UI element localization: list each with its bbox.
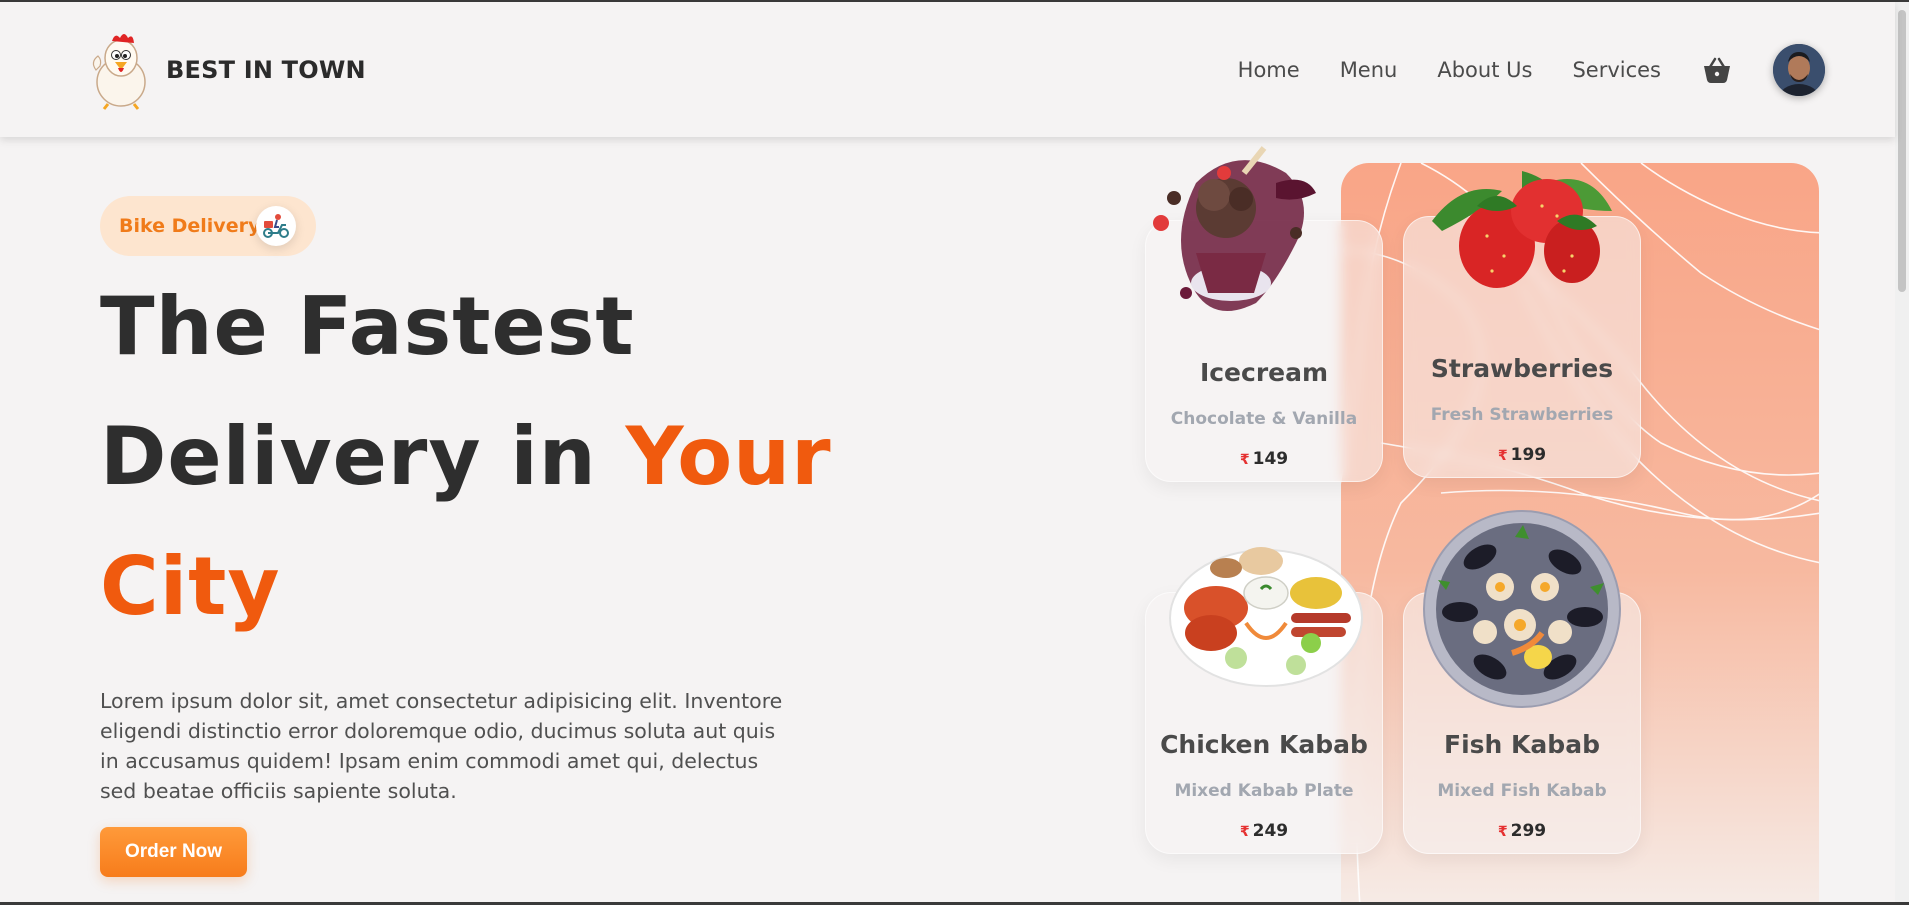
chicken-kabab-image bbox=[1169, 547, 1363, 687]
scooter-icon bbox=[263, 214, 289, 238]
nav-about-us[interactable]: About Us bbox=[1437, 58, 1532, 82]
scooter-icon-wrap bbox=[256, 206, 296, 246]
price-value: 249 bbox=[1252, 821, 1289, 841]
brand-name: BEST IN TOWN bbox=[166, 56, 366, 84]
rupee-icon: ₹ bbox=[1239, 452, 1250, 468]
card-subtitle: Mixed Fish Kabab bbox=[1437, 781, 1607, 801]
hero-headline: The Fastest Delivery in Your City bbox=[100, 262, 832, 652]
hero-description: Lorem ipsum dolor sit, amet consectetur … bbox=[100, 689, 783, 803]
card-price: ₹249 bbox=[1146, 821, 1382, 841]
nav-home[interactable]: Home bbox=[1238, 58, 1300, 82]
headline-line-2: Delivery in Your bbox=[100, 392, 832, 522]
menu-card-chicken-kabab[interactable]: Chicken Kabab Mixed Kabab Plate ₹249 bbox=[1145, 547, 1383, 854]
avatar-face-icon bbox=[1773, 44, 1825, 96]
price-value: 149 bbox=[1252, 449, 1289, 469]
badge-label: Bike Delivery bbox=[119, 215, 261, 237]
site-header: BEST IN TOWN Home Menu About Us Services bbox=[0, 2, 1895, 137]
rupee-icon: ₹ bbox=[1497, 448, 1508, 464]
card-subtitle: Fresh Strawberries bbox=[1430, 405, 1614, 425]
card-title: Chicken Kabab bbox=[1160, 730, 1368, 759]
rupee-icon: ₹ bbox=[1239, 824, 1250, 840]
card-subtitle: Chocolate & Vanilla bbox=[1170, 409, 1358, 429]
headline-accent-your: Your bbox=[625, 410, 832, 503]
brand[interactable]: BEST IN TOWN bbox=[88, 30, 366, 110]
basket-icon[interactable] bbox=[1701, 54, 1733, 86]
main-nav: Home Menu About Us Services bbox=[1238, 44, 1825, 96]
strawberries-image bbox=[1432, 171, 1612, 288]
card-title: Fish Kabab bbox=[1444, 730, 1600, 759]
chicken-mascot-logo bbox=[92, 34, 146, 110]
price-value: 299 bbox=[1510, 821, 1547, 841]
page-scrollbar[interactable] bbox=[1895, 2, 1909, 905]
nav-services[interactable]: Services bbox=[1572, 58, 1661, 82]
headline-line-1: The Fastest bbox=[100, 280, 635, 373]
order-now-button[interactable]: Order Now bbox=[100, 827, 247, 877]
icecream-image bbox=[1153, 146, 1316, 311]
headline-accent-city: City bbox=[100, 540, 281, 633]
rupee-icon: ₹ bbox=[1497, 824, 1508, 840]
menu-card-icecream[interactable]: Icecream Chocolate & Vanilla ₹149 bbox=[1145, 146, 1383, 482]
menu-card-strawberries[interactable]: Strawberries Fresh Strawberries ₹199 bbox=[1403, 171, 1641, 478]
user-avatar[interactable] bbox=[1773, 44, 1825, 96]
bike-delivery-badge: Bike Delivery bbox=[100, 196, 316, 256]
card-title: Strawberries bbox=[1430, 354, 1614, 383]
card-title: Icecream bbox=[1199, 358, 1329, 387]
scrollbar-thumb[interactable] bbox=[1898, 10, 1906, 292]
fish-kabab-image bbox=[1423, 510, 1621, 708]
nav-menu[interactable]: Menu bbox=[1340, 58, 1398, 82]
card-price: ₹299 bbox=[1404, 821, 1640, 841]
menu-card-fish-kabab[interactable]: Fish Kabab Mixed Fish Kabab ₹299 bbox=[1403, 510, 1641, 854]
card-subtitle: Mixed Kabab Plate bbox=[1174, 781, 1354, 801]
price-value: 199 bbox=[1510, 445, 1547, 465]
card-price: ₹199 bbox=[1404, 445, 1640, 465]
card-price: ₹149 bbox=[1146, 449, 1382, 469]
headline-line-2-prefix: Delivery in bbox=[100, 410, 597, 503]
